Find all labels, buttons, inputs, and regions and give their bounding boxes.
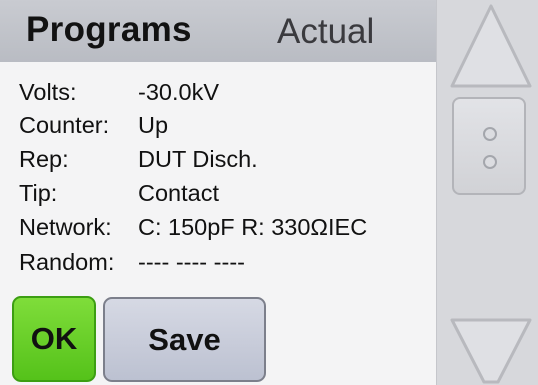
network-value: C: 150pF R: 330ΩIEC xyxy=(138,214,368,240)
grip-dot-bottom-icon xyxy=(483,155,497,169)
triangle-up-icon[interactable] xyxy=(448,0,534,92)
page-title: Programs xyxy=(26,10,192,49)
rep-value: DUT Disch. xyxy=(138,146,258,172)
volts-value: -30.0kV xyxy=(138,79,219,105)
grip-dot-top-icon xyxy=(483,127,497,141)
scroll-grip-icon[interactable] xyxy=(452,97,526,195)
header-bar: Programs Actual xyxy=(0,0,436,62)
random-value: ---- ---- ---- xyxy=(138,249,245,275)
volts-label: Volts: xyxy=(19,79,77,105)
mode-label: Actual xyxy=(277,12,375,51)
random-label: Random: xyxy=(19,249,115,275)
counter-value: Up xyxy=(138,112,169,138)
ok-button[interactable]: OK xyxy=(12,296,96,382)
save-button[interactable]: Save xyxy=(103,297,266,382)
triangle-down-icon[interactable] xyxy=(448,316,534,385)
rep-label: Rep: xyxy=(19,146,69,172)
tip-value: Contact xyxy=(138,180,219,206)
network-label: Network: xyxy=(19,214,112,240)
program-screen: Programs Actual Volts: -30.0kV Counter: … xyxy=(0,0,538,385)
tip-label: Tip: xyxy=(19,180,58,206)
counter-label: Counter: xyxy=(19,112,110,138)
